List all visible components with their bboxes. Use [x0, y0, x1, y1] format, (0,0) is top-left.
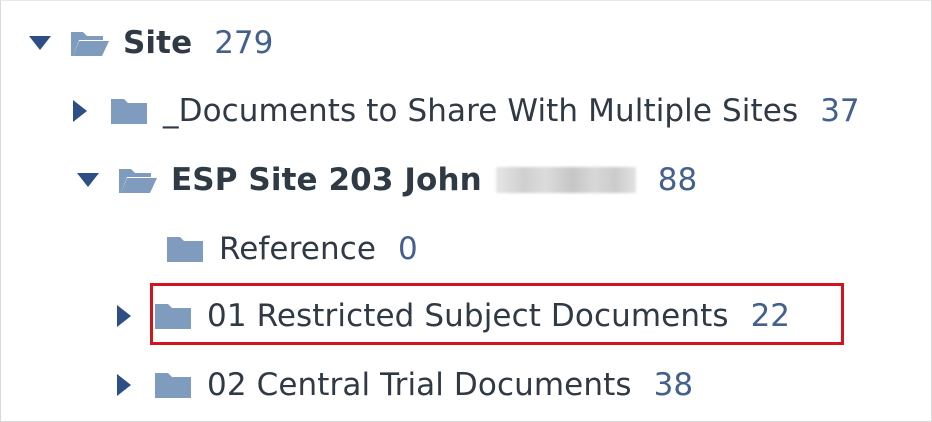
tree-node-count: 279 — [214, 24, 274, 61]
folder-icon — [153, 370, 193, 400]
tree-node-label: _Documents to Share With Multiple Sites — [163, 92, 799, 129]
folder-icon — [153, 301, 193, 331]
tree-node-central-trial-documents[interactable]: 02 Central Trial Documents 38 — [111, 357, 693, 413]
tree-node-count: 22 — [750, 297, 791, 334]
tree-node-count: 38 — [653, 366, 694, 403]
tree-node-esp-site-203[interactable]: ESP Site 203 John 88 — [75, 152, 697, 208]
tree-node-label: 02 Central Trial Documents — [207, 366, 632, 403]
tree-node-count: 88 — [657, 161, 698, 198]
tree-node-label: Site — [123, 24, 193, 61]
caret-down-icon[interactable] — [27, 30, 53, 56]
tree-node-label: Reference — [219, 230, 377, 267]
folder-icon — [165, 234, 205, 264]
tree-node-label: ESP Site 203 John — [171, 161, 482, 198]
folder-tree-panel: Site 279 _Documents to Share With Multip… — [0, 0, 932, 422]
folder-open-icon — [117, 165, 157, 195]
redacted-name — [495, 167, 636, 193]
tree-node-restricted-subject-documents[interactable]: 01 Restricted Subject Documents 22 — [111, 288, 790, 344]
caret-down-icon[interactable] — [75, 167, 101, 193]
tree-node-count: 0 — [398, 230, 418, 267]
tree-node-documents-to-share[interactable]: _Documents to Share With Multiple Sites … — [67, 83, 860, 139]
tree-node-label: 01 Restricted Subject Documents — [207, 297, 729, 334]
tree-node-site[interactable]: Site 279 — [27, 15, 273, 71]
caret-right-icon[interactable] — [67, 98, 93, 124]
folder-open-icon — [69, 28, 109, 58]
caret-right-icon[interactable] — [111, 303, 137, 329]
folder-icon — [109, 96, 149, 126]
tree-node-count: 37 — [820, 92, 860, 129]
caret-right-icon[interactable] — [111, 372, 137, 398]
tree-node-reference[interactable]: Reference 0 — [165, 221, 418, 277]
